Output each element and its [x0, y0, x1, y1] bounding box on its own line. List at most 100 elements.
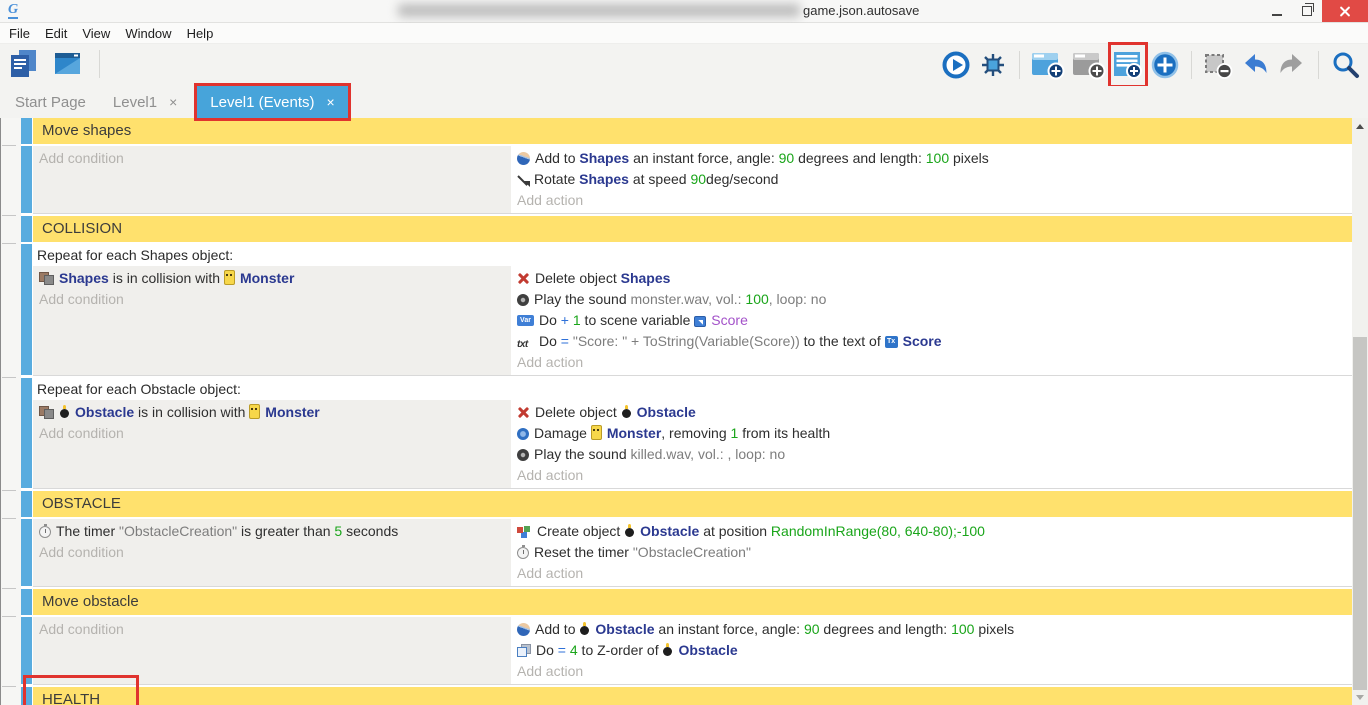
- add-condition-button[interactable]: Add condition: [33, 148, 511, 169]
- event-group-health[interactable]: HEALTH: [33, 687, 1353, 705]
- add-scene-button[interactable]: [1031, 50, 1065, 80]
- event-group-obstacle[interactable]: OBSTACLE: [33, 491, 1353, 517]
- text-segment: an instant force, angle:: [629, 150, 778, 166]
- action-row[interactable]: Damage Monster, removing 1 from its heal…: [511, 423, 1353, 444]
- minimize-button[interactable]: [1262, 0, 1292, 22]
- actions-column[interactable]: Add to Shapes an instant force, angle: 9…: [511, 146, 1353, 213]
- text-segment: =: [561, 333, 573, 349]
- actions-column[interactable]: Add to Obstacle an instant force, angle:…: [511, 617, 1353, 684]
- deselect-instances-button[interactable]: [1203, 50, 1233, 80]
- text-segment: pixels: [949, 150, 989, 166]
- collision-icon: [39, 272, 54, 285]
- close-button[interactable]: [1322, 0, 1368, 22]
- menu-item-help[interactable]: Help: [187, 26, 214, 41]
- add-external-layout-button[interactable]: [1072, 50, 1106, 80]
- force-icon: [517, 623, 530, 636]
- arrow-up-icon: [1356, 124, 1364, 129]
- event-columns: Obstacle is in collision with MonsterAdd…: [33, 400, 1353, 488]
- text-segment: 100: [926, 150, 949, 166]
- scroll-down-button[interactable]: [1352, 689, 1368, 705]
- action-row[interactable]: Play the sound monster.wav, vol.: 100, l…: [511, 289, 1353, 310]
- add-condition-button[interactable]: Add condition: [33, 423, 511, 444]
- foreach-header[interactable]: Repeat for each Shapes object:: [33, 244, 1353, 266]
- event-columns: Add conditionAdd to Obstacle an instant …: [33, 617, 1353, 684]
- menu-item-edit[interactable]: Edit: [45, 26, 67, 41]
- tab-close-icon[interactable]: ×: [169, 94, 177, 110]
- foreach-event: Repeat for each Shapes object:Shapes is …: [33, 244, 1353, 376]
- debug-button[interactable]: [978, 50, 1008, 80]
- scroll-up-button[interactable]: [1352, 118, 1368, 134]
- actions-column[interactable]: Create object Obstacle at position Rando…: [511, 519, 1353, 586]
- text-segment: seconds: [342, 523, 398, 539]
- run-button[interactable]: [941, 50, 971, 80]
- add-action-button[interactable]: Add action: [511, 661, 1353, 682]
- scrollbar-thumb[interactable]: [1353, 337, 1367, 690]
- add-condition-button[interactable]: Add condition: [33, 619, 511, 640]
- sound-icon: [517, 449, 529, 461]
- text-segment: Obstacle: [678, 642, 737, 658]
- action-row[interactable]: Add to Obstacle an instant force, angle:…: [511, 619, 1353, 640]
- add-condition-button[interactable]: Add condition: [33, 542, 511, 563]
- event-group-move-shapes[interactable]: Move shapes: [33, 118, 1353, 144]
- event-group-move-obstacle[interactable]: Move obstacle: [33, 589, 1353, 615]
- event: Add conditionAdd to Shapes an instant fo…: [33, 146, 1353, 214]
- scene-editor-icon[interactable]: [52, 49, 83, 79]
- text-segment: is in collision with: [109, 270, 224, 286]
- events-list: Move shapesAdd conditionAdd to Shapes an…: [33, 118, 1353, 705]
- undo-button[interactable]: [1240, 50, 1270, 80]
- action-row[interactable]: Create object Obstacle at position Rando…: [511, 521, 1353, 542]
- tab-start-page[interactable]: Start Page: [8, 86, 93, 118]
- condition-row[interactable]: The timer "ObstacleCreation" is greater …: [33, 521, 511, 542]
- event: Add conditionAdd to Obstacle an instant …: [33, 617, 1353, 685]
- text-segment: Shapes: [621, 270, 671, 286]
- tab-level1-events[interactable]: Level1 (Events)×: [197, 86, 347, 118]
- menu-item-window[interactable]: Window: [125, 26, 171, 41]
- add-action-button[interactable]: Add action: [511, 190, 1353, 211]
- window-controls: [1262, 0, 1368, 22]
- foreach-header[interactable]: Repeat for each Obstacle object:: [33, 378, 1353, 400]
- conditions-column[interactable]: The timer "ObstacleCreation" is greater …: [33, 519, 511, 586]
- action-row[interactable]: Reset the timer "ObstacleCreation": [511, 542, 1353, 563]
- monster-icon: [224, 270, 235, 285]
- event-group-collision[interactable]: COLLISION: [33, 216, 1353, 242]
- conditions-column[interactable]: Add condition: [33, 146, 511, 213]
- search-button[interactable]: [1330, 50, 1360, 80]
- menu-item-file[interactable]: File: [9, 26, 30, 41]
- action-row[interactable]: Delete object Shapes: [511, 268, 1353, 289]
- tab-close-icon[interactable]: ×: [327, 94, 335, 110]
- conditions-column[interactable]: Shapes is in collision with MonsterAdd c…: [33, 266, 511, 375]
- add-action-button[interactable]: Add action: [511, 563, 1353, 584]
- add-external-events-button[interactable]: [1111, 45, 1145, 85]
- text-segment: Play the sound: [534, 291, 631, 307]
- redo-button[interactable]: [1277, 50, 1307, 80]
- text-object-icon: [885, 336, 898, 348]
- event: The timer "ObstacleCreation" is greater …: [33, 519, 1353, 587]
- action-row[interactable]: Do = "Score: " + ToString(Variable(Score…: [511, 331, 1353, 352]
- conditions-column[interactable]: Obstacle is in collision with MonsterAdd…: [33, 400, 511, 488]
- project-manager-icon[interactable]: [8, 49, 40, 79]
- action-row[interactable]: Rotate Shapes at speed 90deg/second: [511, 169, 1353, 190]
- condition-row[interactable]: Shapes is in collision with Monster: [33, 268, 511, 289]
- maximize-button[interactable]: [1292, 0, 1322, 22]
- delete-icon: [517, 272, 530, 285]
- vertical-scrollbar[interactable]: [1352, 118, 1368, 705]
- actions-column[interactable]: Delete object ShapesPlay the sound monst…: [511, 266, 1353, 375]
- condition-row[interactable]: Obstacle is in collision with Monster: [33, 402, 511, 423]
- menu-item-view[interactable]: View: [82, 26, 110, 41]
- tab-level1[interactable]: Level1×: [106, 86, 184, 118]
- foreach-event: Repeat for each Obstacle object:Obstacle…: [33, 378, 1353, 489]
- add-action-button[interactable]: Add action: [511, 465, 1353, 486]
- group-title: COLLISION: [42, 220, 122, 237]
- action-row[interactable]: Delete object Obstacle: [511, 402, 1353, 423]
- add-object-button[interactable]: [1150, 50, 1180, 80]
- action-row[interactable]: Add to Shapes an instant force, angle: 9…: [511, 148, 1353, 169]
- action-row[interactable]: Play the sound killed.wav, vol.: , loop:…: [511, 444, 1353, 465]
- text-segment: Reset the timer: [534, 544, 633, 560]
- action-row[interactable]: Do + 1 to scene variable Score: [511, 310, 1353, 331]
- add-condition-button[interactable]: Add condition: [33, 289, 511, 310]
- conditions-column[interactable]: Add condition: [33, 617, 511, 684]
- add-action-button[interactable]: Add action: [511, 352, 1353, 373]
- text-segment: Obstacle: [75, 404, 134, 420]
- action-row[interactable]: Do = 4 to Z-order of Obstacle: [511, 640, 1353, 661]
- actions-column[interactable]: Delete object ObstacleDamage Monster, re…: [511, 400, 1353, 488]
